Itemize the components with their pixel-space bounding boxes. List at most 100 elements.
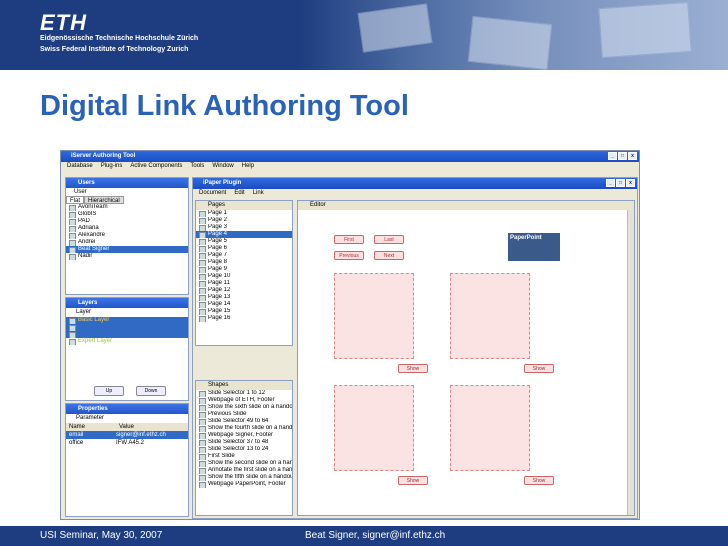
list-item[interactable]: Show the fourth slide on a handout bbox=[196, 425, 292, 432]
list-item[interactable]: Webpage of ETH, Footer bbox=[196, 397, 292, 404]
list-item[interactable] bbox=[66, 331, 188, 338]
users-title: Users bbox=[66, 178, 188, 188]
list-item[interactable]: Show the fifth slide on a handout bbox=[196, 474, 292, 481]
shapes-title: Shapes bbox=[196, 381, 292, 390]
close-icon[interactable]: x bbox=[628, 152, 637, 160]
shapes-panel: Shapes Slide Selector 1 to 12 Webpage of… bbox=[195, 380, 293, 516]
table-row[interactable]: email signer@inf.ethz.ch bbox=[66, 431, 188, 439]
menu-document[interactable]: Document bbox=[199, 189, 226, 198]
list-item[interactable]: Adriana bbox=[66, 225, 188, 232]
show-button[interactable]: Show bbox=[524, 476, 554, 485]
header-paper bbox=[467, 15, 553, 70]
previous-button[interactable]: Previous bbox=[334, 251, 364, 260]
list-item[interactable]: Annotate the first slide on a handout bbox=[196, 467, 292, 474]
app-title: iServer Authoring Tool bbox=[71, 153, 136, 159]
list-item[interactable]: Page 3 bbox=[196, 224, 292, 231]
show-button[interactable]: Show bbox=[398, 476, 428, 485]
pages-title: Pages bbox=[196, 201, 292, 210]
eth-line1: Eidgenössische Technische Hochschule Zür… bbox=[40, 35, 199, 42]
up-button[interactable]: Up bbox=[94, 386, 124, 396]
list-item[interactable]: Page 9 bbox=[196, 266, 292, 273]
last-button[interactable]: Last bbox=[374, 235, 404, 244]
list-item[interactable]: Page 12 bbox=[196, 287, 292, 294]
slide-area[interactable] bbox=[450, 273, 530, 359]
list-item[interactable]: GlobIS bbox=[66, 211, 188, 218]
minimize-icon[interactable]: _ bbox=[608, 152, 617, 160]
menu-database[interactable]: Database bbox=[67, 162, 93, 171]
users-list: AvoniTeam GlobIS PAD Adriana Alexandre A… bbox=[66, 204, 188, 260]
tab-hierarchical[interactable]: Hierarchical bbox=[84, 196, 124, 204]
list-item[interactable]: Page 13 bbox=[196, 294, 292, 301]
col-value[interactable]: Value bbox=[116, 423, 134, 431]
list-item[interactable]: Page 7 bbox=[196, 252, 292, 259]
layers-list: Basic Layer Expert Layer bbox=[66, 317, 188, 345]
ipaper-menubar: Document Edit Link bbox=[193, 189, 637, 198]
show-button[interactable]: Show bbox=[524, 364, 554, 373]
list-item[interactable]: Page 5 bbox=[196, 238, 292, 245]
col-name[interactable]: Name bbox=[66, 423, 116, 431]
list-item[interactable]: Page 11 bbox=[196, 280, 292, 287]
list-item[interactable]: Webpage Signer, Footer bbox=[196, 432, 292, 439]
list-item[interactable]: Page 6 bbox=[196, 245, 292, 252]
app-titlebar: iServer Authoring Tool _ □ x bbox=[61, 151, 639, 162]
list-item[interactable]: Page 15 bbox=[196, 308, 292, 315]
list-item[interactable]: Show the sixth slide on a handout bbox=[196, 404, 292, 411]
list-item[interactable]: Page 10 bbox=[196, 273, 292, 280]
show-button[interactable]: Show bbox=[398, 364, 428, 373]
slide-area[interactable] bbox=[450, 385, 530, 471]
list-item[interactable]: Page 14 bbox=[196, 301, 292, 308]
list-item[interactable]: Webpage PaperPoint, Footer bbox=[196, 481, 292, 488]
list-item[interactable]: Slide Selector 49 to 64 bbox=[196, 418, 292, 425]
list-item[interactable]: Slide Selector 37 to 48 bbox=[196, 439, 292, 446]
menu-plugins[interactable]: Plug-ins bbox=[101, 162, 123, 171]
list-item[interactable]: Basic Layer bbox=[66, 317, 188, 324]
header-paper bbox=[598, 1, 692, 59]
maximize-icon[interactable]: □ bbox=[618, 152, 627, 160]
table-row[interactable]: office IFW A45.2 bbox=[66, 439, 188, 447]
user-node[interactable]: User bbox=[66, 188, 188, 196]
list-item[interactable]: Nadir bbox=[66, 253, 188, 260]
menu-link[interactable]: Link bbox=[253, 189, 264, 198]
editor-scrollbar[interactable] bbox=[627, 210, 634, 515]
ipaper-titlebar: iPaper Plugin _ □ x bbox=[193, 178, 637, 189]
list-item[interactable]: Page 4 bbox=[196, 231, 292, 238]
layer-node[interactable]: Layer bbox=[66, 308, 188, 317]
list-item[interactable]: Andrei bbox=[66, 239, 188, 246]
layers-panel: Layers Layer Basic Layer Expert Layer Up… bbox=[65, 297, 189, 401]
next-button[interactable]: Next bbox=[374, 251, 404, 260]
paperpoint-logo: PaperPoint bbox=[508, 233, 560, 261]
menu-active-components[interactable]: Active Components bbox=[130, 162, 182, 171]
list-item[interactable]: Page 1 bbox=[196, 210, 292, 217]
slide-area[interactable] bbox=[334, 385, 414, 471]
list-item[interactable]: First Slide bbox=[196, 453, 292, 460]
first-button[interactable]: First bbox=[334, 235, 364, 244]
close-icon[interactable]: x bbox=[626, 179, 635, 187]
list-item[interactable]: Previous Slide bbox=[196, 411, 292, 418]
list-item[interactable]: Page 16 bbox=[196, 315, 292, 322]
parameter-node[interactable]: Parameter bbox=[66, 414, 188, 423]
list-item[interactable]: PAD bbox=[66, 218, 188, 225]
list-item[interactable]: Show the second slide on a handout bbox=[196, 460, 292, 467]
slide-area[interactable] bbox=[334, 273, 414, 359]
minimize-icon[interactable]: _ bbox=[606, 179, 615, 187]
eth-line2: Swiss Federal Institute of Technology Zu… bbox=[40, 46, 189, 53]
tab-flat[interactable]: Flat bbox=[66, 196, 85, 204]
list-item[interactable]: Slide Selector 13 to 24 bbox=[196, 446, 292, 453]
list-item[interactable] bbox=[66, 324, 188, 331]
list-item[interactable]: Expert Layer bbox=[66, 338, 188, 345]
layers-title: Layers bbox=[66, 298, 188, 308]
list-item[interactable]: Slide Selector 1 to 12 bbox=[196, 390, 292, 397]
list-item[interactable]: Beat Signer bbox=[66, 246, 188, 253]
menu-help[interactable]: Help bbox=[242, 162, 254, 171]
maximize-icon[interactable]: □ bbox=[616, 179, 625, 187]
list-item[interactable]: AvoniTeam bbox=[66, 204, 188, 211]
slide-title: Digital Link Authoring Tool bbox=[40, 90, 409, 122]
menu-edit[interactable]: Edit bbox=[234, 189, 244, 198]
menu-window[interactable]: Window bbox=[212, 162, 233, 171]
properties-panel: Properties Parameter Name Value email sig… bbox=[65, 403, 189, 517]
list-item[interactable]: Alexandre bbox=[66, 232, 188, 239]
menu-tools[interactable]: Tools bbox=[190, 162, 204, 171]
list-item[interactable]: Page 8 bbox=[196, 259, 292, 266]
list-item[interactable]: Page 2 bbox=[196, 217, 292, 224]
down-button[interactable]: Down bbox=[136, 386, 166, 396]
